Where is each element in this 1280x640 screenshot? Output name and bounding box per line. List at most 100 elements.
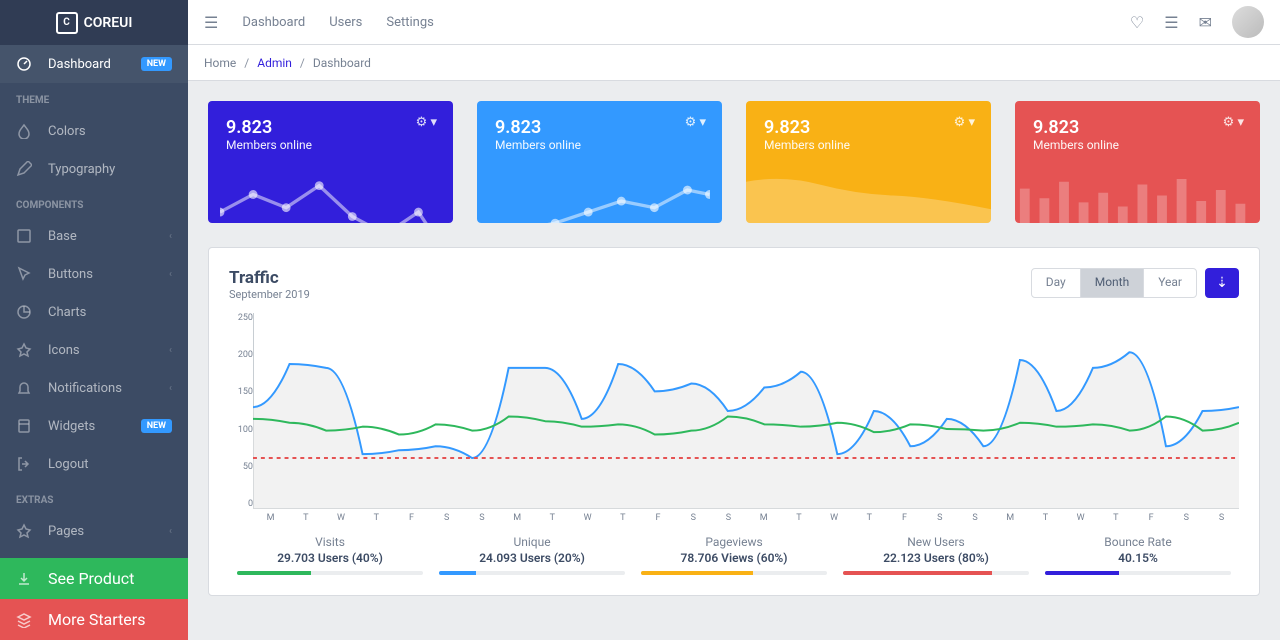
sidebar-item-label: See Product [48, 569, 134, 588]
brand[interactable]: COREUI [0, 0, 188, 45]
stat-label: Members online [495, 138, 704, 152]
sidebar-item-logout[interactable]: Logout [0, 445, 188, 483]
stat-unique: Unique 24.093 Users (20%) [431, 535, 633, 575]
stat-label: Unique [431, 535, 633, 549]
calc-icon [16, 418, 32, 434]
stat-card-1: ⚙ ▾ 9.823 Members online [477, 101, 722, 223]
bell-icon [16, 380, 32, 396]
brand-text: COREUI [84, 15, 133, 31]
traffic-title: Traffic [229, 268, 310, 288]
nav-section-title: EXTRAS [0, 483, 188, 512]
puzzle-icon [16, 228, 32, 244]
sidebar-item-see-product[interactable]: See Product [0, 558, 188, 599]
sidebar-item-typography[interactable]: Typography [0, 150, 188, 188]
star-icon [16, 342, 32, 358]
stat-card-3: ⚙ ▾ 9.823 Members online [1015, 101, 1260, 223]
sidebar-item-charts[interactable]: Charts [0, 293, 188, 331]
progress-bar [843, 571, 1029, 575]
chevron-left-icon: ‹ [169, 231, 172, 242]
download-icon [16, 571, 32, 587]
chevron-left-icon: ‹ [169, 383, 172, 394]
gear-icon[interactable]: ⚙ ▾ [685, 115, 706, 130]
gear-icon[interactable]: ⚙ ▾ [1223, 115, 1244, 130]
stat-label: Visits [229, 535, 431, 549]
badge-new: NEW [141, 57, 172, 71]
gear-icon[interactable]: ⚙ ▾ [416, 115, 437, 130]
sidebar-item-label: Dashboard [48, 57, 111, 72]
range-year-button[interactable]: Year [1144, 269, 1196, 297]
speedometer-icon [16, 56, 32, 72]
traffic-chart: 250200150100500 MTWTFSSMTWTFSSMTWTFSSMTW… [229, 313, 1239, 523]
sidebar-item-label: Pages [48, 524, 84, 539]
download-button[interactable]: ⇣ [1205, 268, 1239, 298]
sidebar-item-pages[interactable]: Pages ‹ [0, 512, 188, 550]
traffic-stats: Visits 29.703 Users (40%) Unique 24.093 … [229, 535, 1239, 575]
stat-bounce-rate: Bounce Rate 40.15% [1037, 535, 1239, 575]
sidebar-item-dashboard[interactable]: Dashboard NEW [0, 45, 188, 83]
sidebar-item-label: More Starters [48, 610, 145, 629]
stat-card-2: ⚙ ▾ 9.823 Members online [746, 101, 991, 223]
stat-value: 78.706 Views (60%) [633, 551, 835, 565]
sidebar-item-colors[interactable]: Colors [0, 112, 188, 150]
list-icon[interactable]: ☰ [1164, 13, 1178, 32]
sidebar-item-label: Notifications [48, 381, 122, 396]
stat-value: 9.823 [1033, 117, 1242, 138]
sidebar-item-notifications[interactable]: Notifications ‹ [0, 369, 188, 407]
breadcrumb-sep: / [300, 56, 305, 70]
chart-icon [16, 304, 32, 320]
sidebar-item-label: Charts [48, 305, 86, 320]
stat-value: 9.823 [226, 117, 435, 138]
header-nav-settings[interactable]: Settings [386, 15, 433, 30]
breadcrumb-current: Dashboard [313, 56, 371, 70]
stat-label: Members online [764, 138, 973, 152]
sidebar-item-label: Buttons [48, 267, 93, 282]
avatar[interactable] [1232, 6, 1264, 38]
badge-new: NEW [141, 419, 172, 433]
traffic-subtitle: September 2019 [229, 288, 310, 301]
sidebar-nav: Dashboard NEW THEME Colors Typography CO… [0, 45, 188, 558]
sparkline [477, 168, 722, 223]
nav-section-title: COMPONENTS [0, 188, 188, 217]
sidebar-item-label: Typography [48, 162, 115, 177]
logout-icon [16, 456, 32, 472]
stat-label: Members online [226, 138, 435, 152]
bell-icon[interactable]: ♡ [1130, 13, 1144, 32]
stat-label: Bounce Rate [1037, 535, 1239, 549]
sparkline [208, 168, 453, 223]
range-button-group: DayMonthYear [1031, 268, 1197, 298]
chevron-left-icon: ‹ [169, 345, 172, 356]
sidebar-item-icons[interactable]: Icons ‹ [0, 331, 188, 369]
stat-label: Pageviews [633, 535, 835, 549]
hamburger-icon[interactable]: ☰ [204, 13, 218, 32]
header-nav: Dashboard Users Settings [242, 15, 434, 30]
cursor-icon [16, 266, 32, 282]
header-right: ♡ ☰ ✉ [1130, 6, 1264, 38]
sidebar-item-label: Icons [48, 343, 80, 358]
stat-value: 9.823 [764, 117, 973, 138]
breadcrumb-home[interactable]: Home [204, 56, 236, 70]
sidebar-item-label: Widgets [48, 419, 95, 434]
stat-cards: ⚙ ▾ 9.823 Members online ⚙ ▾ 9.823 Membe… [208, 101, 1260, 223]
chevron-left-icon: ‹ [169, 269, 172, 280]
header-nav-users[interactable]: Users [329, 15, 362, 30]
breadcrumb: Home / Admin / Dashboard [188, 45, 1280, 81]
sidebar-item-buttons[interactable]: Buttons ‹ [0, 255, 188, 293]
range-month-button[interactable]: Month [1081, 269, 1144, 297]
gear-icon[interactable]: ⚙ ▾ [954, 115, 975, 130]
sparkline [746, 168, 991, 223]
progress-bar [641, 571, 827, 575]
header-nav-dashboard[interactable]: Dashboard [242, 15, 305, 30]
stat-label: Members online [1033, 138, 1242, 152]
progress-bar [1045, 571, 1231, 575]
breadcrumb-admin[interactable]: Admin [257, 56, 292, 70]
nav-section-title: THEME [0, 83, 188, 112]
content: ⚙ ▾ 9.823 Members online ⚙ ▾ 9.823 Membe… [188, 81, 1280, 640]
traffic-card: Traffic September 2019 DayMonthYear ⇣ 25… [208, 247, 1260, 596]
pencil-icon [16, 161, 32, 177]
envelope-icon[interactable]: ✉ [1199, 13, 1212, 32]
sidebar-item-more-starters[interactable]: More Starters [0, 599, 188, 640]
sidebar-item-base[interactable]: Base ‹ [0, 217, 188, 255]
sidebar-item-widgets[interactable]: Widgets NEW [0, 407, 188, 445]
stat-value: 40.15% [1037, 551, 1239, 565]
range-day-button[interactable]: Day [1032, 269, 1081, 297]
